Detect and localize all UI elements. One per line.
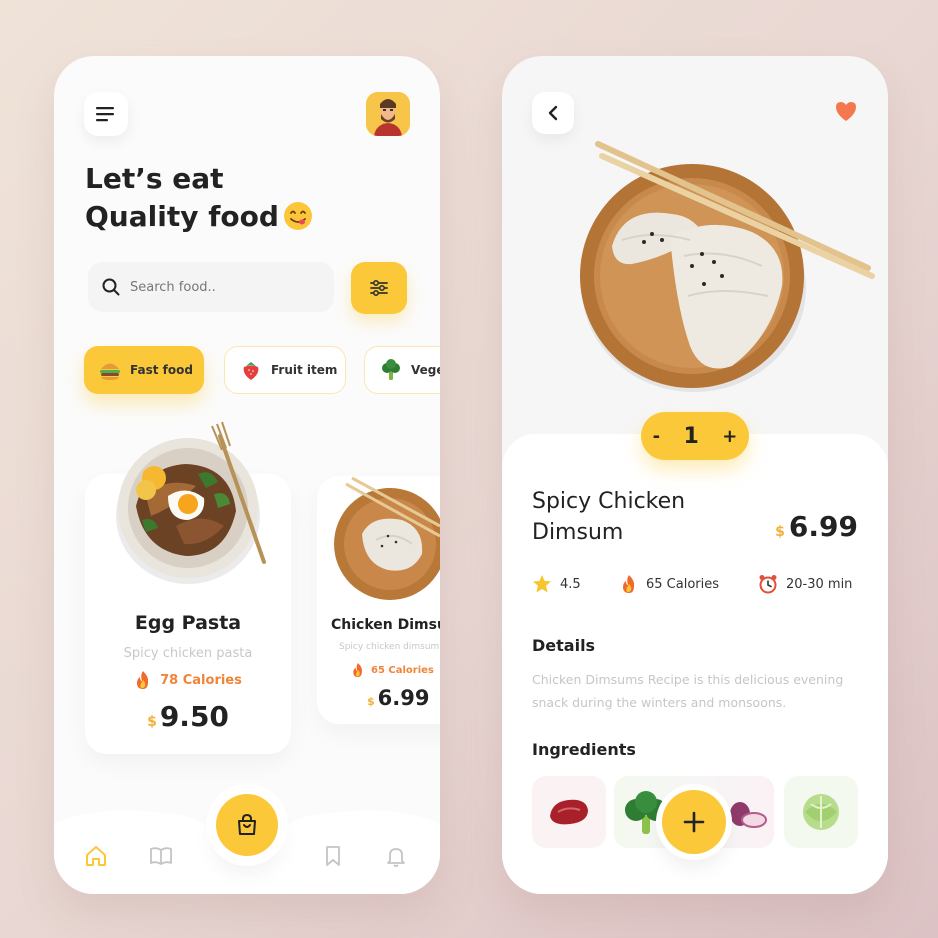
increase-button[interactable]: + — [722, 426, 737, 447]
card-calories: 78 Calories — [85, 670, 291, 690]
egg-pasta-image — [116, 421, 266, 584]
fire-icon — [623, 575, 635, 593]
calories-text: 78 Calories — [160, 672, 242, 688]
details-heading: Details — [532, 636, 596, 655]
burger-icon — [100, 363, 120, 380]
star-icon — [533, 575, 551, 593]
card-title: Egg Pasta — [134, 612, 242, 634]
card-title: Chicken Dimsum — [331, 617, 440, 633]
user-avatar-icon — [366, 92, 410, 136]
strawberry-icon — [243, 362, 259, 380]
category-list: Fast food Fruit item Vegetables — [84, 346, 440, 396]
currency-symbol: $ — [367, 695, 375, 708]
fire-icon — [353, 663, 362, 677]
details-text: Chicken Dimsums Recipe is this delicious… — [532, 672, 844, 710]
dimsum-thumbnail-image — [334, 476, 440, 600]
dimsum-hero-image — [580, 141, 875, 392]
chevron-left-icon — [548, 105, 558, 121]
card-subtitle: Spicy chicken dimsum — [339, 642, 440, 652]
book-icon[interactable] — [149, 844, 173, 868]
quantity-value: 1 — [683, 423, 699, 449]
price-value: 6.99 — [788, 510, 858, 543]
category-label: Fruit item — [271, 363, 338, 377]
category-label: Fast food — [130, 363, 193, 377]
search-icon — [102, 278, 120, 296]
ingredients-heading: Ingredients — [532, 740, 636, 759]
card-calories: 65 Calories — [351, 662, 434, 678]
shopping-bag-icon — [238, 813, 256, 835]
card-price: $ 9.50 — [85, 700, 291, 733]
price-value: 6.99 — [377, 686, 430, 710]
onion-icon — [730, 802, 767, 828]
card-subtitle: Spicy chicken pasta — [123, 646, 253, 661]
product-title-line-2: Dimsum — [532, 520, 624, 545]
quantity-stepper[interactable]: - 1 + — [641, 412, 749, 460]
cart-button[interactable] — [216, 794, 278, 856]
card-price: $ 6.99 — [367, 686, 429, 710]
rating-value: 4.5 — [560, 576, 581, 592]
home-screen: Let’s eat Quality food Search food.. Fas… — [54, 56, 440, 894]
avatar[interactable] — [366, 92, 410, 136]
headline-line-1: Let’s eat — [85, 162, 224, 195]
ingredient-meat[interactable] — [532, 776, 606, 848]
broccoli-icon — [382, 359, 400, 380]
search-input[interactable] — [130, 279, 310, 295]
cabbage-icon — [803, 794, 839, 830]
bell-icon[interactable] — [384, 844, 408, 868]
bookmark-icon[interactable] — [321, 844, 345, 868]
search-bar[interactable] — [88, 262, 334, 312]
category-chip-vegetables[interactable]: Vegetables — [364, 346, 440, 394]
detail-screen: - 1 + Spicy Chicken Dimsum $ 6.99 4.5 65… — [502, 56, 888, 894]
home-icon[interactable] — [84, 844, 108, 868]
product-title: Spicy Chicken Dimsum — [532, 486, 685, 548]
fire-icon — [137, 671, 149, 689]
ingredient-cabbage[interactable] — [784, 776, 858, 848]
time-value: 20-30 min — [786, 576, 853, 592]
headline-line-2: Quality food — [85, 200, 279, 233]
calories-value: 65 Calories — [646, 576, 720, 592]
calories-stat: 65 Calories — [620, 574, 719, 594]
back-button[interactable] — [532, 92, 574, 134]
category-chip-fast-food[interactable]: Fast food — [84, 346, 204, 394]
alarm-clock-icon — [759, 575, 777, 594]
rating-stat: 4.5 — [532, 574, 581, 594]
meat-icon — [550, 799, 588, 825]
currency-symbol: $ — [775, 524, 785, 540]
page-title: Let’s eat Quality food — [85, 160, 313, 236]
time-stat: 20-30 min — [758, 574, 852, 594]
sliders-icon — [370, 280, 388, 296]
heart-icon[interactable] — [834, 100, 858, 122]
product-price: $ 6.99 — [775, 510, 858, 543]
currency-symbol: $ — [147, 714, 157, 730]
menu-icon — [96, 107, 114, 122]
filter-button[interactable] — [351, 262, 407, 314]
add-to-cart-button[interactable] — [662, 790, 726, 854]
calories-text: 65 Calories — [371, 664, 434, 676]
product-title-line-1: Spicy Chicken — [532, 489, 686, 514]
category-label: Vegetables — [411, 363, 440, 377]
plus-icon — [683, 811, 705, 833]
menu-button[interactable] — [84, 92, 128, 136]
yum-face-icon — [283, 202, 312, 230]
price-value: 9.50 — [159, 700, 229, 733]
category-chip-fruit[interactable]: Fruit item — [224, 346, 346, 394]
decrease-button[interactable]: - — [653, 426, 660, 447]
